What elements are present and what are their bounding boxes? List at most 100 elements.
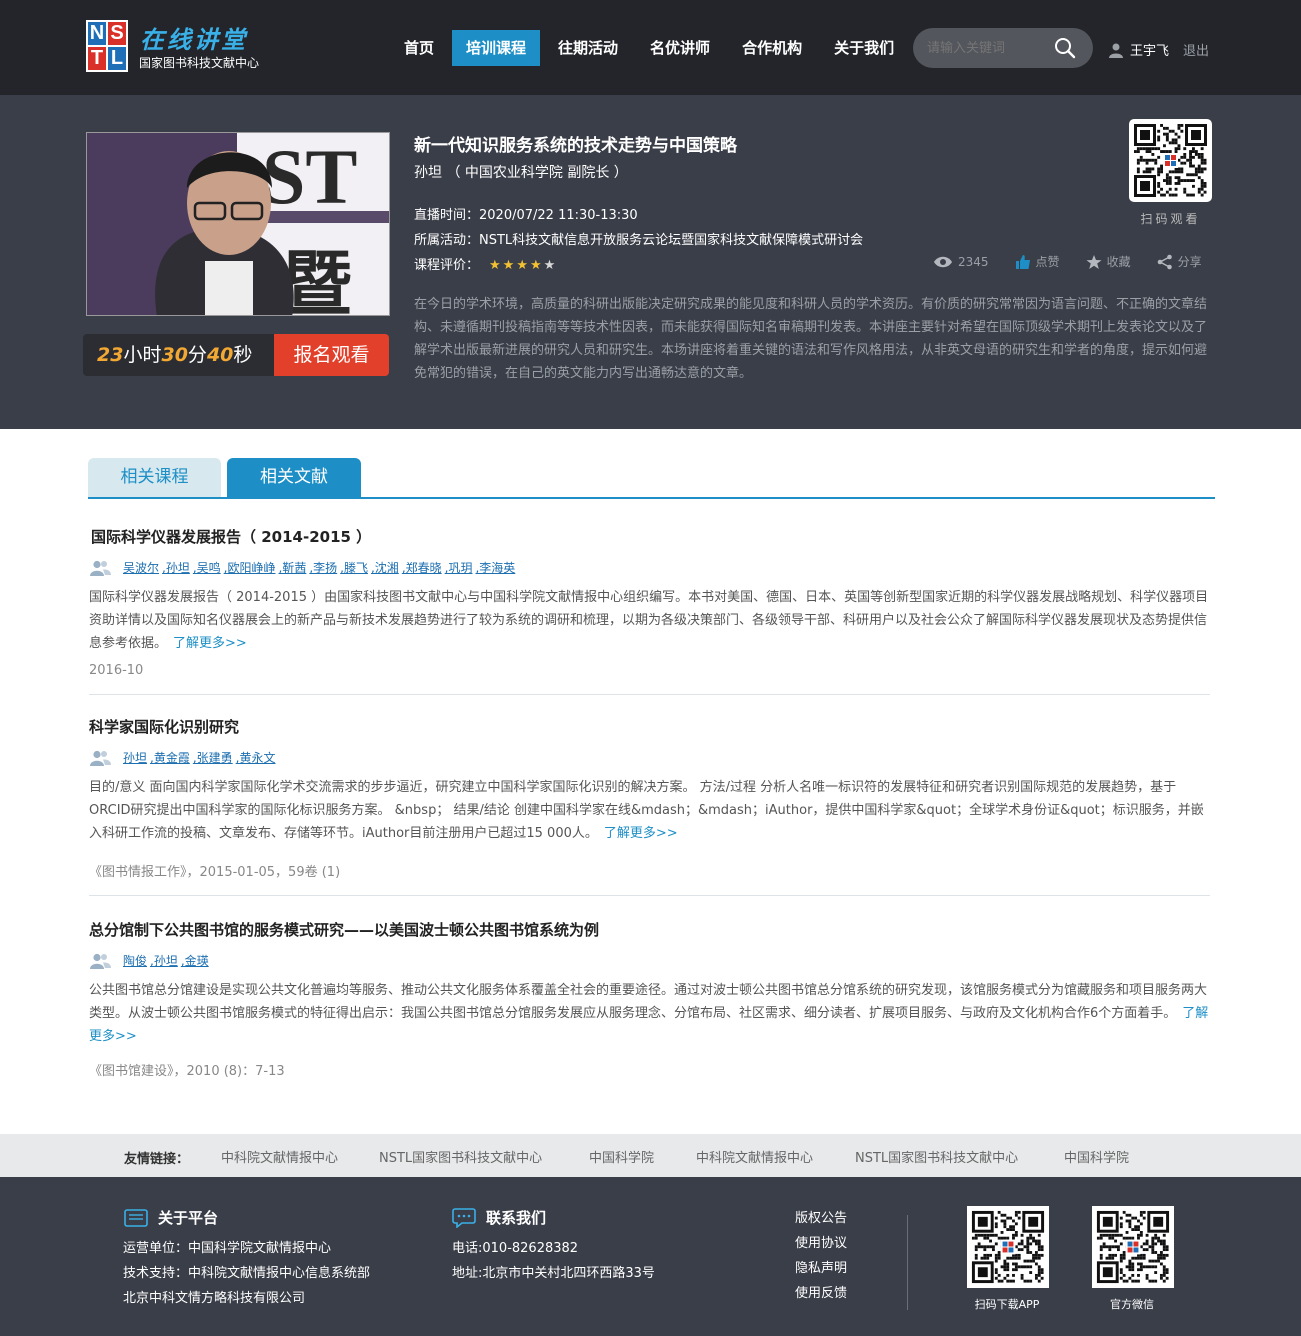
footer-link[interactable]: 隐私声明 xyxy=(795,1257,847,1276)
about-platform-heading: 关于平台 xyxy=(124,1207,218,1228)
author-link[interactable]: ,孙坦 xyxy=(150,952,178,969)
rating-star: ★ xyxy=(529,258,544,273)
document-title[interactable]: 总分馆制下公共图书馆的服务模式研究——以美国波士顿公共图书馆系统为例 xyxy=(89,919,1216,940)
qr-code-icon xyxy=(1096,1210,1170,1284)
logo-letter: T xyxy=(88,47,106,70)
divider xyxy=(89,694,1210,695)
author-link[interactable]: 吴波尔 xyxy=(123,559,159,576)
like-button[interactable]: 点赞 xyxy=(1015,253,1060,270)
document-title[interactable]: 国际科学仪器发展报告（ 2014-2015 ） xyxy=(91,526,1216,547)
rating-star: ★ xyxy=(502,258,517,273)
footer: 关于平台 运营单位：中国科学院文献情报中心 技术支持：中科院文献情报中心信息系统… xyxy=(0,1177,1301,1336)
course-speaker[interactable]: 孙坦 （ 中国农业科学院 副院长 ） xyxy=(414,162,628,182)
document-item: 科学家国际化识别研究 孙坦 ,黄金霞 ,张建勇 ,黄永文 目的/意义 面向国内科… xyxy=(89,716,1216,880)
username[interactable]: 王宇飞 xyxy=(1130,40,1169,59)
author-link[interactable]: ,李扬 xyxy=(309,559,337,576)
footer-link[interactable]: 使用反馈 xyxy=(795,1282,847,1301)
favorite-button[interactable]: 收藏 xyxy=(1086,253,1131,270)
footer-link[interactable]: 版权公告 xyxy=(795,1207,847,1226)
favorite-label: 收藏 xyxy=(1106,255,1131,269)
site-subtitle: 国家图书科技文献中心 xyxy=(139,56,260,70)
share-label: 分享 xyxy=(1177,255,1202,269)
author-link[interactable]: ,吴鸣 xyxy=(193,559,221,576)
views-value: 2345 xyxy=(958,254,989,269)
tab-related-documents[interactable]: 相关文献 xyxy=(227,458,361,497)
app-qr-code xyxy=(967,1206,1049,1288)
countdown-timer: 23小时30分40秒 xyxy=(83,334,274,376)
rating-star: ★ xyxy=(543,258,558,273)
authors-icon xyxy=(90,750,111,766)
app-qr-label: 扫码下载APP xyxy=(974,1298,1040,1311)
activity-name[interactable]: NSTL科技文献信息开放服务云论坛暨国家科技文献保障模式研讨会 xyxy=(479,233,863,248)
activity-label: 所属活动： xyxy=(414,233,480,248)
views-count: 2345 xyxy=(933,253,989,270)
document-source: 《图书情报工作》，2015-01-05，59卷 (1) xyxy=(89,865,341,880)
logo-letter: N xyxy=(88,22,106,45)
author-link[interactable]: ,黄金霞 xyxy=(150,749,190,766)
footer-link[interactable]: 使用协议 xyxy=(795,1232,847,1251)
author-link[interactable]: ,郑春晓 xyxy=(402,559,442,576)
course-actions: 2345 点赞 收藏 分享 xyxy=(933,253,1228,270)
nav-past-events[interactable]: 往期活动 xyxy=(544,30,632,66)
author-link[interactable]: ,金瑛 xyxy=(181,952,209,969)
author-link[interactable]: 陶俊 xyxy=(123,952,147,969)
document-abstract: 目的/意义 面向国内科学家国际化学术交流需求的步步逼近，研究建立中国科学家国际化… xyxy=(89,776,1216,845)
author-link[interactable]: ,张建勇 xyxy=(193,749,233,766)
eye-icon xyxy=(934,256,952,267)
document-title[interactable]: 科学家国际化识别研究 xyxy=(89,716,1216,737)
search-input[interactable] xyxy=(927,38,1047,58)
document-source: 2016-10 xyxy=(89,663,144,678)
nav-about[interactable]: 关于我们 xyxy=(820,30,908,66)
friend-link[interactable]: NSTL国家图书科技文献中心 xyxy=(855,1147,1018,1166)
nav-lecturers[interactable]: 名优讲师 xyxy=(636,30,724,66)
abstract-text: 公共图书馆总分馆建设是实现公共文化普遍均等服务、推动公共文化服务体系覆盖全社会的… xyxy=(89,983,1208,1021)
share-button[interactable]: 分享 xyxy=(1157,253,1202,270)
countdown-minutes: 30 xyxy=(161,344,188,366)
search-icon[interactable] xyxy=(1054,37,1076,59)
read-more-link[interactable]: 了解更多>> xyxy=(173,636,247,651)
author-link[interactable]: ,巩玥 xyxy=(445,559,473,576)
rating-star: ★ xyxy=(516,258,530,273)
site-title[interactable]: 在线讲堂 xyxy=(140,20,248,55)
read-more-link[interactable]: 了解更多>> xyxy=(604,826,678,841)
author-link[interactable]: ,靳茜 xyxy=(279,559,307,576)
friend-link[interactable]: NSTL国家图书科技文献中心 xyxy=(379,1147,542,1166)
wechat-qr-code xyxy=(1092,1206,1174,1288)
nav-training-courses[interactable]: 培训课程 xyxy=(452,30,541,66)
tab-related-courses[interactable]: 相关课程 xyxy=(88,458,221,497)
speaker-photo-image: ST 暨 xyxy=(87,133,389,315)
authors-icon xyxy=(90,953,111,969)
signup-button[interactable]: 报名观看 xyxy=(274,334,389,376)
friend-link[interactable]: 中科院文献情报中心 xyxy=(221,1147,338,1166)
qr-code-icon xyxy=(1134,124,1207,197)
author-link[interactable]: ,李海英 xyxy=(475,559,515,576)
countdown-seconds: 40 xyxy=(206,344,234,366)
countdown-minutes-unit: 分 xyxy=(187,344,207,366)
contact-phone: 电话:010-82628382 xyxy=(452,1241,579,1256)
author-link[interactable]: ,欧阳峥峥 xyxy=(224,559,276,576)
nav-home[interactable]: 首页 xyxy=(390,30,448,66)
nstl-logo[interactable]: N S T L xyxy=(86,20,128,72)
about-line: 北京中科文情方略科技有限公司 xyxy=(123,1291,306,1306)
friend-link[interactable]: 中科院文献情报中心 xyxy=(696,1147,813,1166)
author-link[interactable]: ,沈湘 xyxy=(371,559,399,576)
author-link[interactable]: ,滕飞 xyxy=(340,559,368,576)
author-link[interactable]: 孙坦 xyxy=(123,749,147,766)
author-link[interactable]: ,黄永文 xyxy=(236,749,276,766)
speaker-photo: ST 暨 xyxy=(86,132,390,316)
countdown-hours: 23 xyxy=(97,344,124,366)
logout-link[interactable]: 退出 xyxy=(1183,40,1209,59)
document-source: 《图书馆建设》，2010 (8)：7-13 xyxy=(89,1064,285,1079)
friend-link[interactable]: 中国科学院 xyxy=(1064,1147,1129,1166)
document-icon xyxy=(124,1208,148,1227)
about-line: 技术支持：中科院文献情报中心信息系统部 xyxy=(123,1266,371,1281)
document-item: 总分馆制下公共图书馆的服务模式研究——以美国波士顿公共图书馆系统为例 陶俊 ,孙… xyxy=(89,919,1216,1079)
course-hero: ST 暨 23小时30分40秒 报名观看 新一代知识服务系统的技术走势与中国策略… xyxy=(0,95,1301,429)
about-title: 关于平台 xyxy=(158,1209,219,1227)
nav-partners[interactable]: 合作机构 xyxy=(728,30,816,66)
author-link[interactable]: ,孙坦 xyxy=(162,559,190,576)
live-time: 2020/07/22 11:30-13:30 xyxy=(479,208,638,223)
user-area: 王宇飞 退出 xyxy=(1108,40,1209,59)
friend-link[interactable]: 中国科学院 xyxy=(589,1147,654,1166)
logo-letter: S xyxy=(108,22,126,45)
